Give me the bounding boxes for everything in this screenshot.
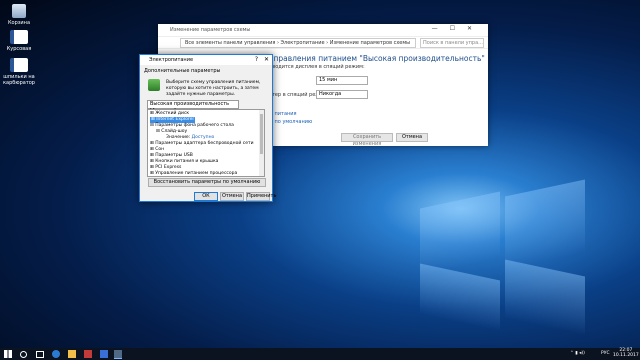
plan-select[interactable]: Высокая производительность [Активен] (147, 100, 239, 114)
word-document-icon (10, 30, 28, 44)
desktop-icon-carb-pins[interactable]: шпильки на карбюратор (2, 58, 36, 86)
ok-button[interactable]: ОК (194, 192, 218, 201)
cancel-button[interactable]: Отмена (396, 133, 428, 142)
intro-text: Выберите схему управления питанием, кото… (166, 80, 261, 97)
task-view-icon[interactable] (36, 351, 44, 358)
restore-defaults-link[interactable]: ы по умолчанию (269, 119, 312, 125)
tree-item[interactable]: ⊞ Управление питанием процессора (150, 171, 237, 176)
input-language[interactable]: РУС (601, 351, 610, 356)
intro: Выберите схему управления питанием, кото… (148, 79, 268, 97)
wallpaper-beam (420, 263, 500, 331)
apply-button[interactable]: Применить (246, 192, 276, 201)
word-document-icon (10, 58, 28, 72)
desktop-icon-label: Курсовая (6, 46, 32, 52)
scrollbar-thumb[interactable] (260, 114, 263, 154)
search-icon[interactable] (20, 351, 27, 358)
page-title: управления питанием "Высокая производите… (269, 54, 485, 63)
sleep-dropdown[interactable]: Никогда (316, 90, 368, 99)
display-off-label: иводится дисплея в спящий режим: (269, 64, 365, 70)
window-controls[interactable]: —☐✕ (432, 25, 484, 32)
close-button[interactable]: ✕ (264, 55, 269, 65)
settings-tree[interactable]: ⊞ Жесткий диск ⊞ Internet Explorer ⊟ Пар… (147, 109, 265, 177)
change-advanced-link[interactable]: ы питания (269, 111, 297, 117)
display-off-dropdown[interactable]: 15 мин (316, 76, 368, 85)
edge-browser-icon[interactable] (52, 350, 60, 358)
recycle-bin-icon (12, 4, 26, 18)
power-options-dialog: Электропитание ? ✕ Дополнительные параме… (139, 54, 276, 202)
save-changes-button[interactable]: Сохранить изменения (341, 133, 393, 147)
dialog-title: Электропитание (149, 57, 194, 63)
value-text[interactable]: Доступно (192, 135, 215, 140)
wallpaper-beam (505, 259, 585, 335)
search-input[interactable]: Поиск в панели упра... (420, 37, 484, 48)
desktop-icon-coursework[interactable]: Курсовая (2, 30, 36, 52)
window-title: Изменение параметров схемы (170, 27, 251, 33)
window-titlebar: Изменение параметров схемы —☐✕ (158, 24, 488, 36)
wallpaper-beam (420, 191, 500, 277)
clock[interactable]: 22:07 10.11.2017 (613, 348, 639, 358)
tree-item[interactable]: ⊞ Параметры адаптера беспроводной сети (150, 141, 254, 147)
power-plan-icon (148, 79, 160, 91)
file-explorer-icon[interactable] (68, 350, 76, 358)
restore-defaults-button[interactable]: Восстановить параметры по умолчанию (148, 178, 266, 187)
desktop-icon-recycle-bin[interactable]: Корзина (2, 4, 36, 26)
desktop-icon-label: шпильки на карбюратор (3, 74, 35, 86)
store-icon[interactable] (84, 350, 92, 358)
taskbar: ⌃ ▮ ◂)) РУС 22:07 10.11.2017 (0, 348, 640, 360)
wallpaper-beam (505, 179, 585, 271)
media-app-icon[interactable] (100, 350, 108, 358)
value-label: Значение: (166, 135, 191, 140)
address-bar: Все элементы панели управления › Электро… (158, 36, 488, 49)
cancel-button[interactable]: Отмена (220, 192, 244, 201)
clock-date: 10.11.2017 (613, 353, 639, 358)
dialog-titlebar: Электропитание ? ✕ (140, 55, 272, 65)
tab-advanced-settings[interactable]: Дополнительные параметры (144, 68, 268, 74)
start-windows-icon[interactable] (4, 350, 12, 358)
desktop-icon-label: Корзина (7, 20, 31, 26)
help-button[interactable]: ? (255, 55, 258, 65)
breadcrumb[interactable]: Все элементы панели управления › Электро… (180, 37, 416, 48)
control-panel-taskbar-icon[interactable] (114, 350, 122, 359)
tree-scrollbar[interactable] (259, 110, 264, 176)
tray-icons[interactable]: ⌃ ▮ ◂)) (570, 351, 585, 356)
